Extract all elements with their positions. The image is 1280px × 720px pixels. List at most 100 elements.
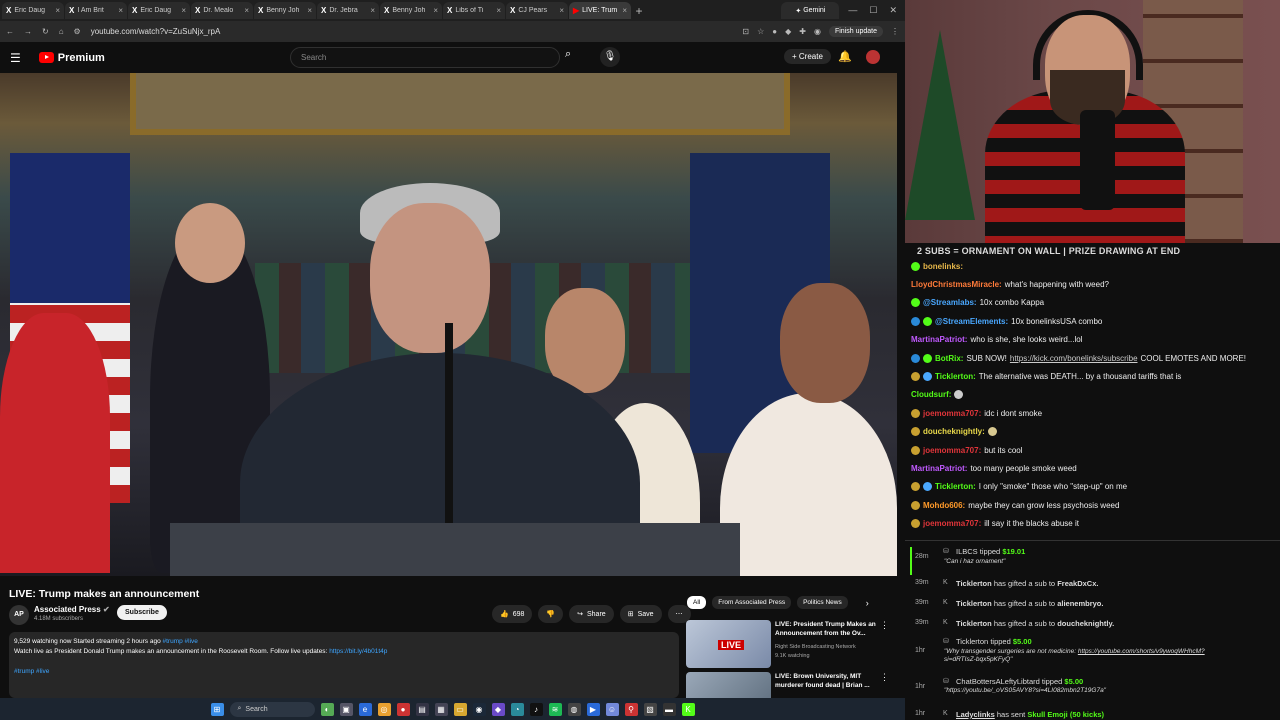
home-icon[interactable]: ⌂ xyxy=(59,27,64,36)
close-icon[interactable]: × xyxy=(559,6,564,15)
site-info-icon[interactable]: ⚙ xyxy=(74,27,81,36)
youtube-logo[interactable]: Premium xyxy=(38,52,105,64)
close-icon[interactable]: × xyxy=(370,6,375,15)
extension-icon[interactable]: ● xyxy=(772,27,777,36)
kick-icon[interactable]: K xyxy=(681,702,695,716)
close-window-icon[interactable]: ✕ xyxy=(889,5,897,16)
search-input[interactable]: Search xyxy=(290,47,560,68)
chrome-icon[interactable]: ◎ xyxy=(377,702,391,716)
hamburger-menu-icon[interactable]: ☰ xyxy=(10,51,21,65)
search-icon[interactable]: ⌕ xyxy=(565,48,571,61)
file-explorer-icon[interactable]: ▭ xyxy=(453,702,467,716)
profile-avatar[interactable]: ◉ xyxy=(814,27,821,36)
create-button[interactable]: + Create xyxy=(784,49,831,64)
app-icon[interactable]: ▬ xyxy=(662,702,676,716)
chevron-right-icon[interactable]: › xyxy=(866,598,869,608)
app-icon[interactable]: ◆ xyxy=(491,702,505,716)
chat-message: MartinaPatriot: too many people smoke wee… xyxy=(911,463,1077,473)
extensions-puzzle-icon[interactable]: ✚ xyxy=(799,27,806,36)
app-icon[interactable]: ▤ xyxy=(415,702,429,716)
app-icon[interactable]: ▧ xyxy=(643,702,657,716)
browser-tab[interactable]: X Eric Daug × xyxy=(128,2,190,19)
app-icon[interactable]: ◔ xyxy=(510,702,524,716)
edge-icon[interactable]: e xyxy=(358,702,372,716)
reload-icon[interactable]: ↻ xyxy=(42,27,49,36)
close-icon[interactable]: × xyxy=(307,6,312,15)
save-button[interactable]: ⊞ Save xyxy=(619,605,662,623)
chat-link[interactable]: https://kick.com/bonelinks/subscribe xyxy=(1010,354,1138,363)
close-icon[interactable]: × xyxy=(622,6,627,15)
microphone-icon[interactable]: 🎙 xyxy=(600,47,620,67)
channel-name[interactable]: Associated Press ✔ xyxy=(34,605,110,614)
chat-message: Ticklerton: The alternative was DEATH... … xyxy=(911,367,1274,385)
back-icon[interactable]: ← xyxy=(6,27,14,36)
close-icon[interactable]: × xyxy=(118,6,123,15)
video-thumbnail[interactable] xyxy=(686,672,771,698)
forward-icon[interactable]: → xyxy=(24,27,32,36)
more-icon[interactable]: ⋮ xyxy=(880,620,889,631)
description-tags[interactable]: #trump #live xyxy=(163,638,198,645)
browser-tab[interactable]: X Benny Joh × xyxy=(380,2,442,19)
browser-tab[interactable]: X Benny Joh × xyxy=(254,2,316,19)
like-button[interactable]: 👍 698 xyxy=(492,605,533,623)
chip-from-channel[interactable]: From Associated Press xyxy=(712,596,792,609)
tiktok-icon[interactable]: ♪ xyxy=(529,702,543,716)
browser-tab[interactable]: X Dr. Mealo × xyxy=(191,2,253,19)
more-icon[interactable]: ⋮ xyxy=(880,672,889,683)
app-icon[interactable]: ▶ xyxy=(586,702,600,716)
new-tab-button[interactable]: + xyxy=(632,4,646,18)
subscribe-button[interactable]: Subscribe xyxy=(117,605,167,620)
stream-chat: bonelinks: LloydChristmasMiracle: what's … xyxy=(905,257,1280,537)
badge-icon xyxy=(911,353,920,363)
recommended-video[interactable]: LIVE: Brown University, MIT murderer fou… xyxy=(686,672,891,698)
browser-tab[interactable]: X Libs of Ti × xyxy=(443,2,505,19)
event-link[interactable]: https://youtube.com/shorts/v9ywoqWHhcM? xyxy=(1078,648,1205,655)
browser-tab[interactable]: X CJ Pears × xyxy=(506,2,568,19)
extension-icon[interactable]: ◆ xyxy=(785,27,791,36)
maximize-icon[interactable]: ☐ xyxy=(869,5,877,16)
chip-all[interactable]: All xyxy=(687,596,707,609)
close-icon[interactable]: × xyxy=(433,6,438,15)
steam-icon[interactable]: ◉ xyxy=(472,702,486,716)
gemini-icon: ✦ xyxy=(795,7,804,15)
browser-tab[interactable]: XI Am Brit × xyxy=(65,2,127,19)
finish-update-button[interactable]: Finish update xyxy=(828,26,883,37)
spotify-icon[interactable]: ≋ xyxy=(548,702,562,716)
badge-icon xyxy=(911,445,920,455)
close-icon[interactable]: × xyxy=(496,6,501,15)
task-view-icon[interactable]: ▣ xyxy=(339,702,353,716)
video-player[interactable] xyxy=(0,73,897,576)
browser-tab-bar: X Eric Daug × XI Am Brit × X Eric Daug × X Dr.… xyxy=(0,0,905,21)
install-icon[interactable]: ⊡ xyxy=(742,27,749,36)
close-icon[interactable]: × xyxy=(181,6,186,15)
share-button[interactable]: ↪ Share xyxy=(569,605,614,623)
minimize-icon[interactable]: — xyxy=(848,5,857,16)
description-link[interactable]: https://bit.ly/4b01t4p xyxy=(329,648,387,655)
obs-icon[interactable]: ◍ xyxy=(567,702,581,716)
close-icon[interactable]: × xyxy=(244,6,249,15)
browser-tab[interactable]: X Dr. Jebra × xyxy=(317,2,379,19)
gemini-button[interactable]: ✦ Gemini xyxy=(781,2,840,19)
url-field[interactable]: youtube.com/watch?v=ZuSuNjx_rpA xyxy=(91,27,733,36)
maps-icon[interactable]: ⚲ xyxy=(624,702,638,716)
bookmark-star-icon[interactable]: ☆ xyxy=(757,27,764,36)
windows-start-icon[interactable]: ⊞ xyxy=(210,702,224,716)
channel-avatar[interactable]: AP xyxy=(9,605,29,625)
video-scene-painting xyxy=(130,73,790,135)
browser-tab[interactable]: X Eric Daug × xyxy=(2,2,64,19)
taskbar-search[interactable]: ⌕ Search xyxy=(229,701,315,717)
app-icon[interactable]: ● xyxy=(396,702,410,716)
account-avatar[interactable] xyxy=(866,50,880,64)
menu-icon[interactable]: ⋮ xyxy=(891,27,899,36)
recommended-video[interactable]: LIVE LIVE: President Trump Makes an Anno… xyxy=(686,620,891,670)
discord-icon[interactable]: ☺ xyxy=(605,702,619,716)
dislike-button[interactable]: 👎 xyxy=(538,605,564,623)
widget-icon[interactable]: ◐ xyxy=(320,702,334,716)
video-description[interactable]: 9,529 watching now Started streaming 2 h… xyxy=(9,632,679,698)
chip-politics-news[interactable]: Politics News xyxy=(797,596,848,609)
browser-tab-active[interactable]: ▶ LIVE: Trum × xyxy=(569,2,631,19)
notifications-bell-icon[interactable]: 🔔 xyxy=(838,50,852,63)
close-icon[interactable]: × xyxy=(55,6,60,15)
app-icon[interactable]: ▦ xyxy=(434,702,448,716)
description-tags[interactable]: #trump #live xyxy=(14,668,49,675)
